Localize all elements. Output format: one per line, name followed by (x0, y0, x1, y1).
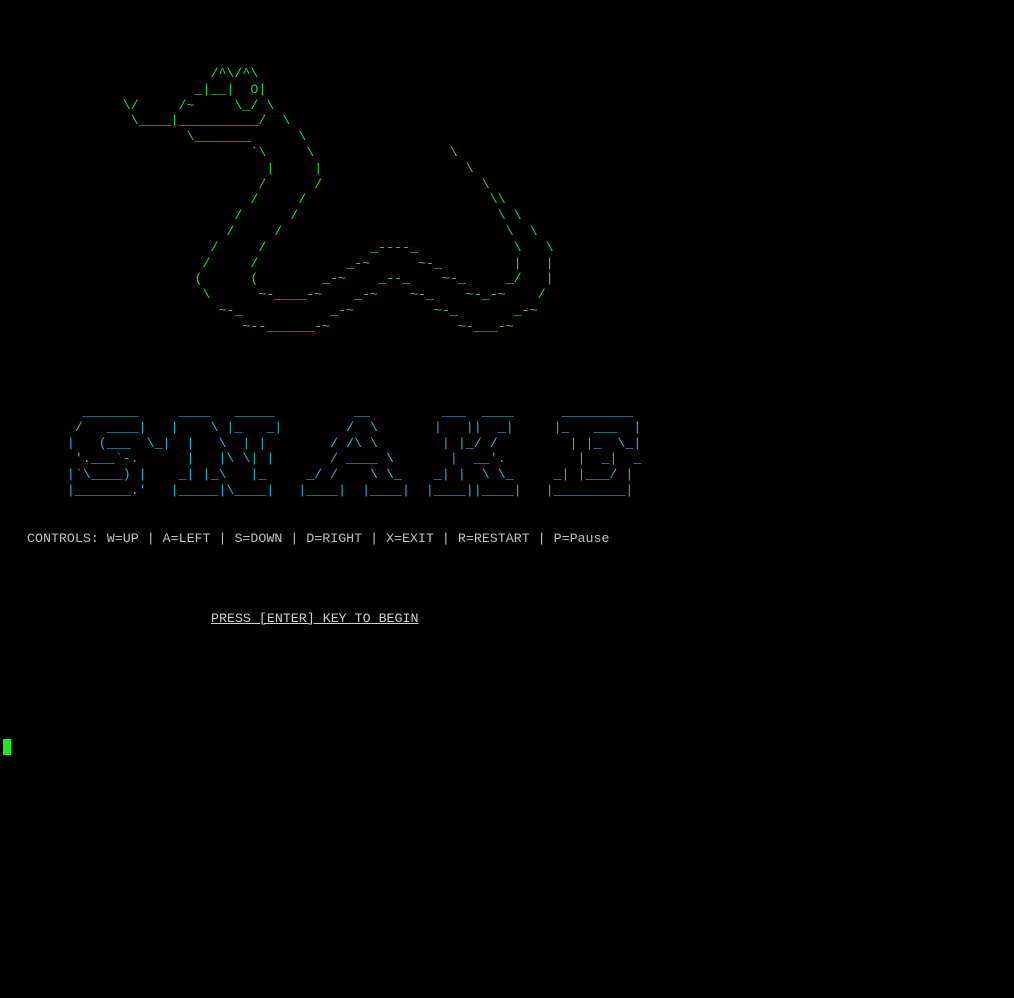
snake-ascii-art: /^\/^\ _|__| O| \/ /~ \_/ \ \____|______… (122, 66, 554, 334)
press-enter-prompt: PRESS [ENTER] KEY TO BEGIN (211, 611, 419, 626)
terminal-cursor (3, 739, 11, 755)
terminal-window[interactable]: /^\/^\ _|__| O| \/ /~ \_/ \ \____|______… (0, 0, 1014, 998)
snake-title-ascii-art: _______ ____ _____ __ ___ ____ _________… (66, 404, 642, 498)
controls-legend: CONTROLS: W=UP | A=LEFT | S=DOWN | D=RIG… (27, 531, 610, 546)
